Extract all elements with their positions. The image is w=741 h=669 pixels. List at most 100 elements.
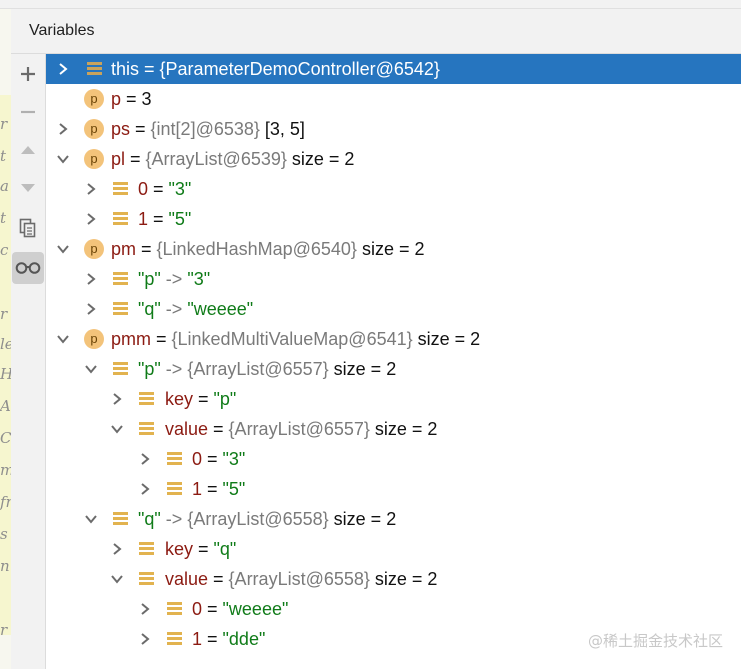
copy-button[interactable] [12,212,44,244]
parameter-icon: p [84,329,104,349]
collapse-arrow-icon[interactable] [110,572,124,586]
variable-extra: [3, 5] [259,119,305,139]
variable-separator: = [139,59,160,79]
tree-row-pmm-q-0[interactable]: 0 = "weeee" [46,594,741,624]
expand-arrow-icon[interactable] [56,122,70,136]
variable-name: key [165,389,194,409]
tree-row-pmm-q-value[interactable]: value = {ArrayList@6558} size = 2 [46,564,741,594]
tree-row-pl-1[interactable]: 1 = "5" [46,204,741,234]
field-icon [87,62,102,75]
expand-arrow-icon[interactable] [84,212,98,226]
variable-name: pm [111,239,137,259]
tree-row-pmm-q[interactable]: "q" -> {ArrayList@6558} size = 2 [46,504,741,534]
variable-separator: = [202,599,223,619]
variable-extra: size = 2 [369,419,438,439]
expand-arrow-icon[interactable] [110,542,124,556]
field-icon [113,302,128,315]
field-icon [113,182,128,195]
expand-arrow-icon[interactable] [138,452,152,466]
gutter-text: C [0,429,12,447]
collapse-arrow-icon[interactable] [110,422,124,436]
expand-arrow-icon[interactable] [138,602,152,616]
collapse-arrow-icon[interactable] [56,332,70,346]
tree-row-this[interactable]: this = {ParameterDemoController@6542} [46,54,741,84]
parameter-icon: p [84,119,104,139]
tree-row-p[interactable]: p p = 3 [46,84,741,114]
tree-row-pmm-p-0[interactable]: 0 = "3" [46,444,741,474]
expand-arrow-icon[interactable] [84,302,98,316]
expand-arrow-icon[interactable] [84,182,98,196]
gutter-text: m [0,461,11,479]
variable-value: "dde" [222,629,266,649]
expand-arrow-icon[interactable] [138,482,152,496]
variable-separator: = [202,449,223,469]
variable-name: 1 [192,479,203,499]
tree-row-ps[interactable]: p ps = {int[2]@6538} [3, 5] [46,114,741,144]
variable-separator: = [125,149,146,169]
field-icon [167,602,182,615]
variable-separator: = [202,479,223,499]
gutter-text: t [0,209,7,227]
gutter-text: r [0,115,8,133]
move-up-button[interactable] [12,134,44,166]
tree-row-pmm[interactable]: p pmm = {LinkedMultiValueMap@6541} size … [46,324,741,354]
variable-separator: = [148,179,169,199]
add-watch-button[interactable] [12,58,44,90]
variable-separator: = [148,209,169,229]
variable-name: "q" [138,509,161,529]
variable-separator: = [130,119,151,139]
variable-value: "weeee" [222,599,289,619]
field-icon [113,212,128,225]
parameter-icon: p [84,149,104,169]
field-icon [139,572,154,585]
move-down-button[interactable] [12,172,44,204]
variable-name: "p" [138,269,161,289]
variable-type: {ArrayList@6558} [228,569,370,589]
variable-name: 0 [192,449,203,469]
gutter-text: r [0,621,8,639]
tree-row-pmm-p[interactable]: "p" -> {ArrayList@6557} size = 2 [46,354,741,384]
tree-row-pl-0[interactable]: 0 = "3" [46,174,741,204]
variable-separator: = [193,539,214,559]
variable-separator: -> [160,269,188,289]
variables-tree: this = {ParameterDemoController@6542} p … [46,54,741,669]
tree-row-pmm-q-key[interactable]: key = "q" [46,534,741,564]
variable-name: value [165,569,209,589]
variable-value: "3" [187,269,211,289]
watermark-text: @稀土掘金技术社区 [587,632,723,650]
gutter-text: a [0,177,9,195]
tree-row-pmm-p-value[interactable]: value = {ArrayList@6557} size = 2 [46,414,741,444]
tree-row-pm[interactable]: p pm = {LinkedHashMap@6540} size = 2 [46,234,741,264]
field-icon [113,512,128,525]
expand-arrow-icon[interactable] [138,632,152,646]
tree-row-pmm-p-1[interactable]: 1 = "5" [46,474,741,504]
tree-row-pl[interactable]: p pl = {ArrayList@6539} size = 2 [46,144,741,174]
gutter-text: A [0,397,11,415]
gutter-text: n [0,557,10,575]
variable-value: "weeee" [187,299,254,319]
collapse-arrow-icon[interactable] [56,152,70,166]
collapse-arrow-icon[interactable] [84,512,98,526]
variables-toolbar [11,54,46,669]
tree-row-pm-q[interactable]: "q" -> "weeee" [46,294,741,324]
expand-arrow-icon[interactable] [110,392,124,406]
show-watches-toggle[interactable] [12,252,44,284]
tree-row-pm-p[interactable]: "p" -> "3" [46,264,741,294]
variable-extra: size = 2 [286,149,355,169]
variable-name: value [165,419,209,439]
expand-arrow-icon[interactable] [84,272,98,286]
collapse-arrow-icon[interactable] [84,362,98,376]
variable-separator: = [208,569,229,589]
variable-name: this [111,59,140,79]
tree-row-pmm-p-key[interactable]: key = "p" [46,384,741,414]
parameter-icon: p [84,89,104,109]
variable-type: {ArrayList@6539} [145,149,287,169]
variable-type: {int[2]@6538} [150,119,260,139]
expand-arrow-icon[interactable] [56,62,70,76]
gutter-text: c [0,241,9,259]
collapse-arrow-icon[interactable] [56,242,70,256]
remove-watch-button[interactable] [12,96,44,128]
variable-name: ps [111,119,131,139]
gutter-text: le [0,335,11,353]
parameter-icon: p [84,239,104,259]
